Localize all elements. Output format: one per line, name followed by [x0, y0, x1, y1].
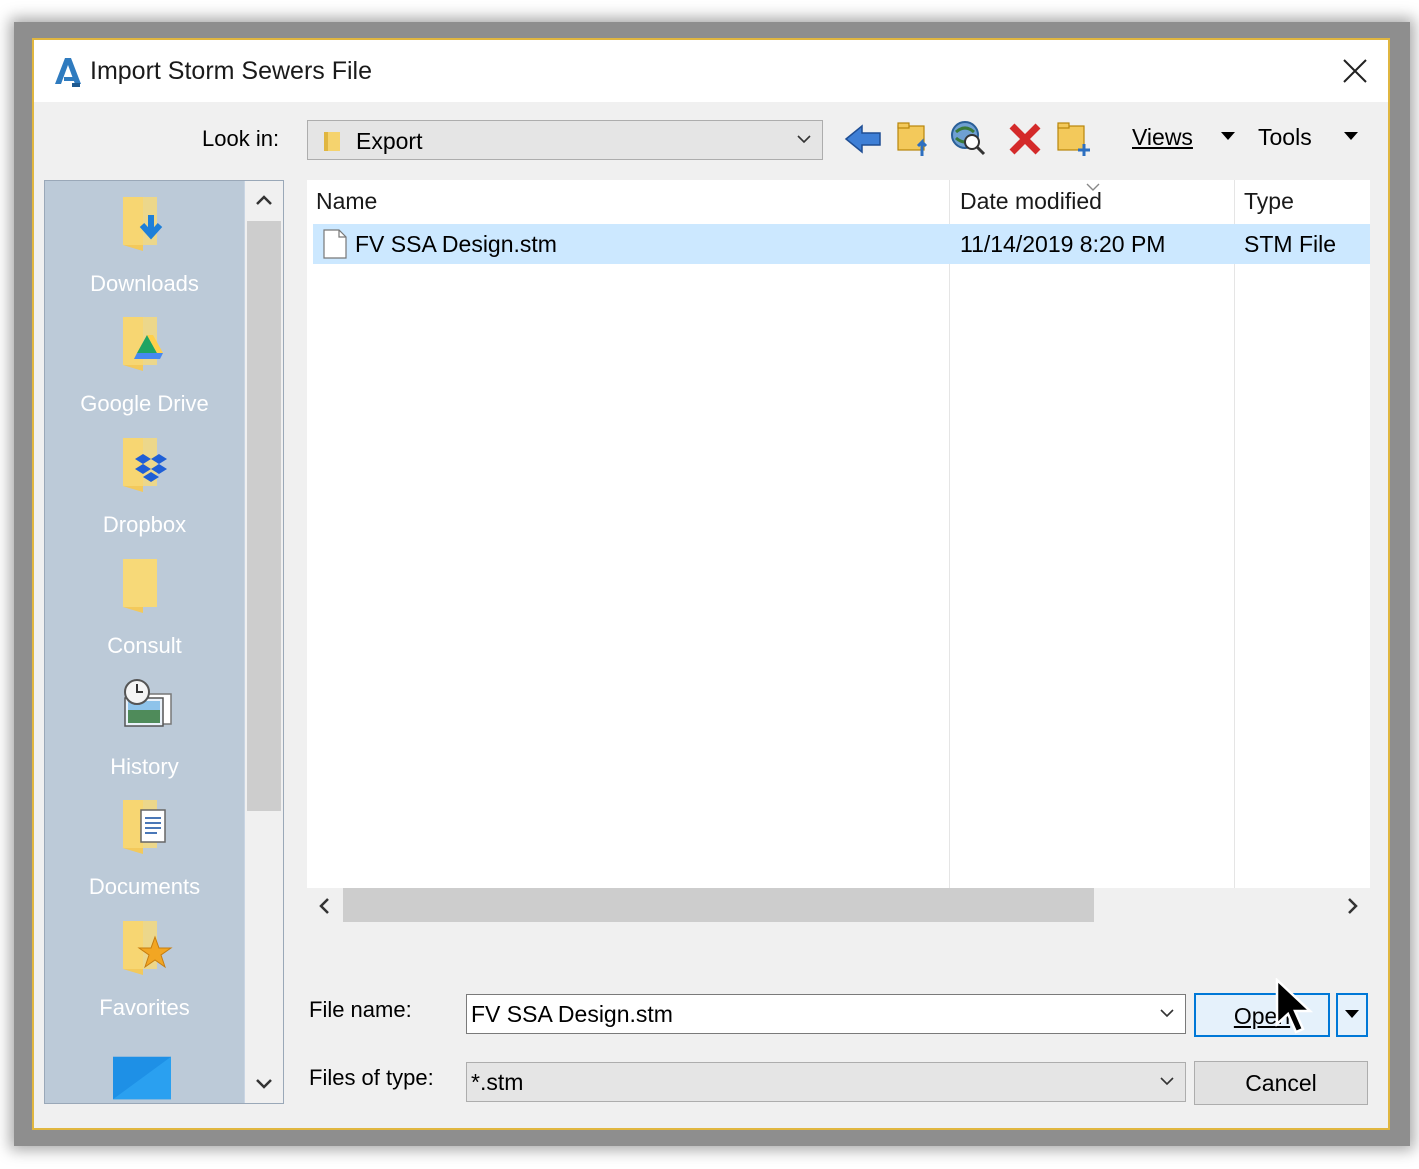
column-divider	[1234, 180, 1235, 888]
file-row[interactable]: FV SSA Design.stm 11/14/2019 8:20 PM STM…	[313, 224, 1370, 264]
place-consult[interactable]: Consult	[45, 543, 244, 663]
place-downloads[interactable]: Downloads	[45, 181, 244, 301]
place-label: Documents	[88, 874, 201, 899]
new-folder-icon[interactable]	[1054, 118, 1096, 160]
dropbox-folder-icon	[123, 438, 167, 492]
file-name-cell: FV SSA Design.stm	[355, 231, 557, 257]
mouse-cursor-icon	[1275, 978, 1314, 1034]
place-google-drive[interactable]: Google Drive	[45, 301, 244, 421]
chevron-up-icon[interactable]	[255, 193, 273, 207]
place-label: Dropbox	[102, 512, 187, 537]
views-menu-button[interactable]: Views	[1132, 124, 1193, 151]
search-web-icon[interactable]	[948, 118, 990, 160]
column-header-name[interactable]: Name	[316, 188, 377, 215]
place-documents[interactable]: Documents	[45, 784, 244, 904]
documents-folder-icon	[123, 800, 166, 854]
import-dialog: Import Storm Sewers File Look in: Export	[32, 38, 1390, 1130]
dropdown-arrow-icon	[1345, 1010, 1359, 1018]
title-bar: Import Storm Sewers File	[34, 40, 1388, 102]
cancel-button[interactable]: Cancel	[1194, 1061, 1368, 1105]
place-label: Downloads	[90, 271, 199, 296]
favorites-folder-icon	[123, 921, 173, 975]
column-divider	[949, 180, 950, 888]
column-header-date[interactable]: Date modified	[960, 188, 1102, 215]
places-scroll-thumb[interactable]	[247, 221, 281, 811]
file-date-cell: 11/14/2019 8:20 PM	[960, 231, 1166, 257]
chevron-down-icon	[797, 135, 811, 144]
close-icon[interactable]	[1338, 54, 1372, 88]
place-favorites[interactable]: Favorites	[45, 905, 244, 1025]
tools-dropdown-arrow-icon[interactable]	[1344, 132, 1358, 140]
file-type-cell: STM File	[1244, 231, 1336, 257]
file-name-input[interactable]: FV SSA Design.stm	[466, 994, 1186, 1034]
up-folder-icon[interactable]	[894, 118, 936, 160]
file-type-dropdown[interactable]: *.stm	[466, 1062, 1186, 1102]
delete-icon[interactable]	[1004, 118, 1046, 160]
places-list: Downloads Google Drive Dropbox Consult H…	[45, 181, 244, 1103]
place-label: Google Drive	[80, 391, 209, 416]
chevron-down-icon[interactable]	[1159, 1007, 1175, 1019]
file-icon	[323, 229, 347, 259]
folder-icon	[324, 132, 340, 151]
views-dropdown-arrow-icon[interactable]	[1221, 132, 1235, 140]
chevron-down-icon[interactable]	[255, 1077, 273, 1091]
desktop-icon	[113, 1056, 171, 1100]
look-in-label: Look in:	[202, 126, 280, 151]
back-arrow-icon[interactable]	[842, 118, 884, 160]
folder-icon	[123, 559, 157, 613]
views-label: Views	[1132, 124, 1193, 150]
place-label: History	[110, 754, 179, 779]
horizontal-scrollbar[interactable]	[307, 888, 1370, 922]
look-in-dropdown[interactable]: Export	[307, 120, 823, 160]
places-scrollbar[interactable]	[245, 181, 283, 1103]
autocad-civil-icon	[55, 58, 81, 87]
file-name-value: FV SSA Design.stm	[471, 1001, 673, 1027]
horizontal-scroll-thumb[interactable]	[343, 888, 1094, 922]
file-name-label: File name:	[309, 997, 412, 1022]
places-bar: Downloads Google Drive Dropbox Consult H…	[44, 180, 284, 1104]
tools-menu-button[interactable]: Tools	[1258, 124, 1312, 151]
file-type-label: Files of type:	[309, 1065, 434, 1090]
place-label: Consult	[107, 633, 182, 658]
file-type-value: *.stm	[471, 1069, 524, 1095]
window-title: Import Storm Sewers File	[90, 57, 373, 85]
file-list[interactable]: Name Date modified Type FV SSA Design.st…	[307, 180, 1370, 922]
column-header-type[interactable]: Type	[1244, 188, 1294, 215]
place-dropbox[interactable]: Dropbox	[45, 422, 244, 542]
downloads-folder-icon	[123, 197, 163, 251]
place-history[interactable]: History	[45, 664, 244, 784]
look-in-value: Export	[356, 128, 423, 154]
place-label: Favorites	[99, 995, 190, 1020]
history-icon	[124, 679, 172, 727]
place-desktop[interactable]	[45, 1026, 244, 1146]
chevron-right-icon[interactable]	[1346, 897, 1360, 915]
open-options-button[interactable]	[1336, 993, 1368, 1037]
chevron-down-icon	[1160, 1077, 1174, 1086]
google-drive-folder-icon	[123, 317, 163, 371]
chevron-left-icon[interactable]	[317, 897, 331, 915]
